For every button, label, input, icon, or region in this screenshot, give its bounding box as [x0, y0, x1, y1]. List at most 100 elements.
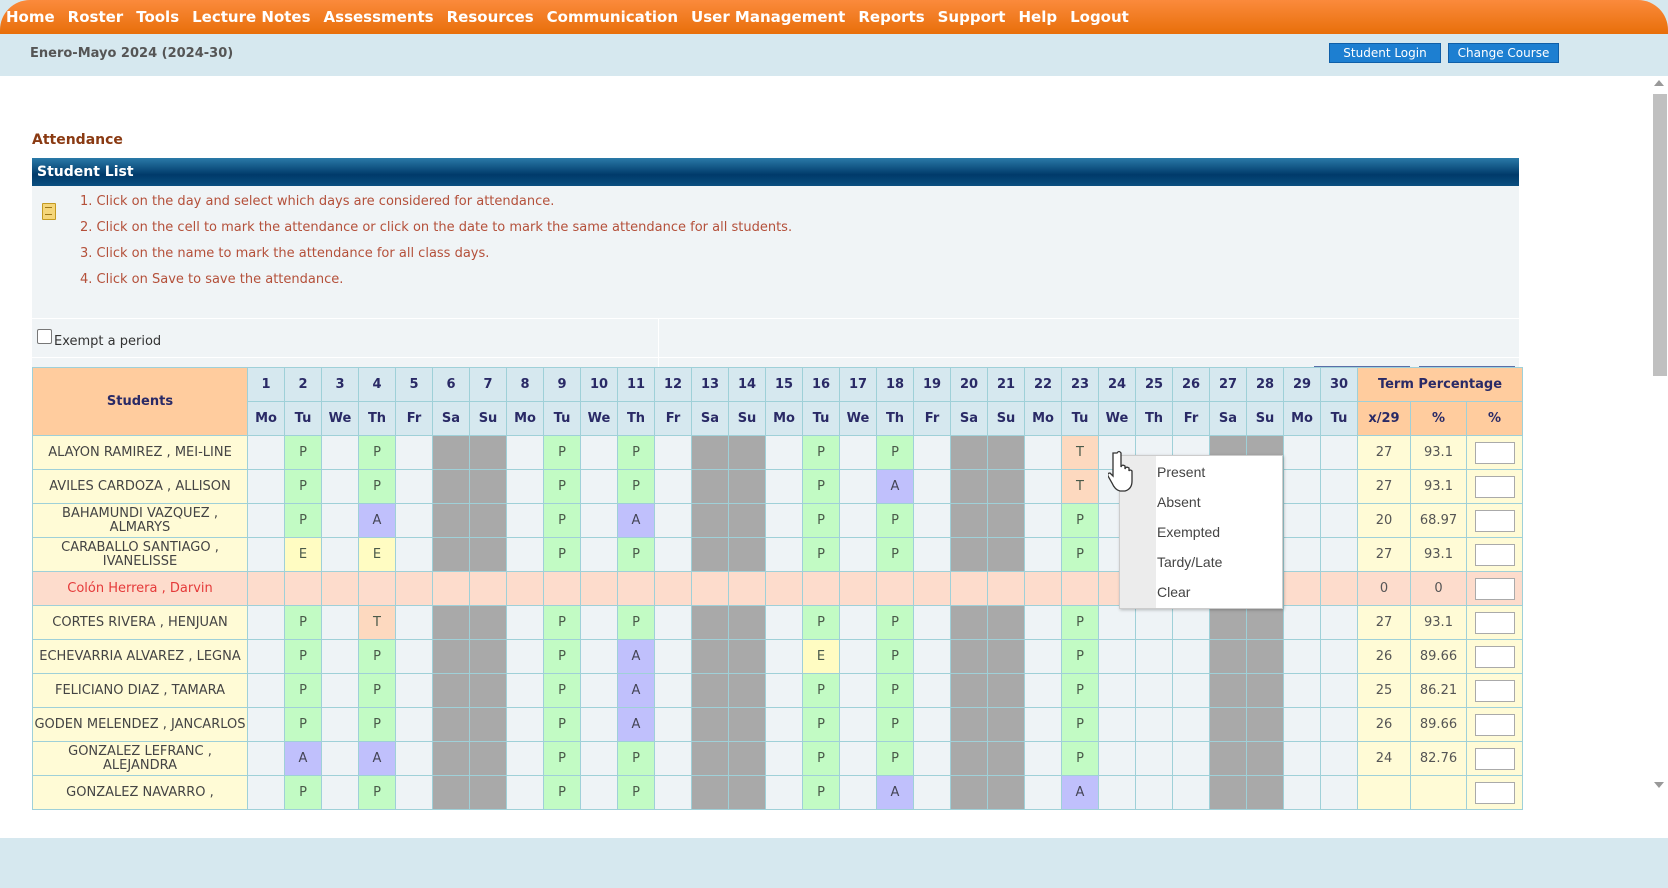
attendance-cell[interactable]	[1283, 707, 1321, 742]
attendance-cell[interactable]	[506, 469, 544, 504]
attendance-cell[interactable]: P	[1061, 605, 1099, 640]
day-number-header[interactable]: 29	[1283, 367, 1321, 402]
attendance-cell[interactable]	[654, 435, 692, 470]
attendance-cell[interactable]	[1098, 775, 1136, 810]
attendance-cell[interactable]	[839, 435, 877, 470]
attendance-cell[interactable]: A	[617, 503, 655, 538]
percent-override-input[interactable]	[1474, 645, 1515, 668]
attendance-cell[interactable]	[247, 537, 285, 572]
weekday-header[interactable]: Fr	[395, 401, 433, 436]
attendance-cell[interactable]	[1024, 537, 1062, 572]
attendance-cell[interactable]	[654, 673, 692, 708]
attendance-cell[interactable]	[543, 571, 581, 606]
attendance-cell[interactable]: P	[1061, 707, 1099, 742]
attendance-cell[interactable]	[654, 503, 692, 538]
attendance-cell[interactable]	[580, 503, 618, 538]
weekday-header[interactable]: Tu	[284, 401, 322, 436]
day-number-header[interactable]: 25	[1135, 367, 1173, 402]
attendance-cell[interactable]	[395, 503, 433, 538]
attendance-cell[interactable]: P	[284, 673, 322, 708]
attendance-cell[interactable]: P	[358, 775, 396, 810]
day-number-header[interactable]: 27	[1209, 367, 1247, 402]
attendance-cell[interactable]: P	[284, 775, 322, 810]
attendance-cell[interactable]	[1320, 639, 1358, 674]
attendance-cell[interactable]	[1098, 605, 1136, 640]
exempt-period-checkbox[interactable]	[37, 329, 52, 344]
attendance-cell[interactable]: A	[876, 469, 914, 504]
weekday-header[interactable]: Tu	[543, 401, 581, 436]
day-number-header[interactable]: 1	[247, 367, 285, 402]
attendance-cell[interactable]: P	[1061, 741, 1099, 776]
menu-item-present[interactable]: Present	[1157, 464, 1205, 480]
attendance-cell[interactable]	[247, 605, 285, 640]
attendance-cell[interactable]	[1135, 605, 1173, 640]
day-number-header[interactable]: 12	[654, 367, 692, 402]
attendance-cell[interactable]: A	[617, 639, 655, 674]
attendance-cell[interactable]	[1320, 469, 1358, 504]
attendance-cell[interactable]: P	[876, 435, 914, 470]
day-number-header[interactable]: 21	[987, 367, 1025, 402]
attendance-cell[interactable]	[654, 775, 692, 810]
attendance-cell[interactable]	[580, 435, 618, 470]
weekday-header[interactable]: We	[321, 401, 359, 436]
attendance-cell[interactable]	[765, 537, 803, 572]
attendance-cell[interactable]	[1320, 435, 1358, 470]
attendance-cell[interactable]	[1024, 639, 1062, 674]
attendance-cell[interactable]	[1098, 639, 1136, 674]
attendance-cell[interactable]	[1320, 775, 1358, 810]
day-number-header[interactable]: 19	[913, 367, 951, 402]
attendance-cell[interactable]	[1172, 707, 1210, 742]
attendance-cell[interactable]	[913, 775, 951, 810]
attendance-cell[interactable]	[913, 605, 951, 640]
change-course-button[interactable]: Change Course	[1448, 43, 1559, 63]
attendance-cell[interactable]	[395, 775, 433, 810]
attendance-cell[interactable]	[1320, 571, 1358, 606]
day-number-header[interactable]: 23	[1061, 367, 1099, 402]
day-number-header[interactable]: 6	[432, 367, 470, 402]
attendance-cell[interactable]	[247, 469, 285, 504]
attendance-cell[interactable]	[247, 673, 285, 708]
attendance-cell[interactable]: P	[358, 469, 396, 504]
attendance-cell[interactable]: P	[1061, 503, 1099, 538]
attendance-cell[interactable]	[321, 435, 359, 470]
attendance-cell[interactable]: P	[358, 435, 396, 470]
attendance-cell[interactable]: P	[543, 741, 581, 776]
attendance-cell[interactable]	[1024, 571, 1062, 606]
student-login-button[interactable]: Student Login	[1329, 43, 1441, 63]
weekday-header[interactable]: Th	[1135, 401, 1173, 436]
attendance-cell[interactable]	[247, 503, 285, 538]
attendance-cell[interactable]	[395, 605, 433, 640]
weekday-header[interactable]: Th	[876, 401, 914, 436]
attendance-cell[interactable]	[580, 673, 618, 708]
attendance-cell[interactable]	[321, 503, 359, 538]
day-number-header[interactable]: 2	[284, 367, 322, 402]
attendance-cell[interactable]	[1135, 775, 1173, 810]
attendance-cell[interactable]: P	[617, 537, 655, 572]
attendance-cell[interactable]	[321, 639, 359, 674]
attendance-cell[interactable]	[1098, 673, 1136, 708]
attendance-cell[interactable]	[765, 605, 803, 640]
attendance-cell[interactable]: P	[802, 537, 840, 572]
nav-item-home[interactable]: Home	[6, 8, 55, 26]
attendance-cell[interactable]	[1320, 741, 1358, 776]
attendance-cell[interactable]	[1283, 741, 1321, 776]
day-number-header[interactable]: 20	[950, 367, 988, 402]
attendance-cell[interactable]	[284, 571, 322, 606]
attendance-cell[interactable]	[617, 571, 655, 606]
attendance-cell[interactable]	[1135, 673, 1173, 708]
weekday-header[interactable]: Sa	[691, 401, 729, 436]
percent-override-input[interactable]	[1474, 509, 1515, 532]
attendance-cell[interactable]	[395, 469, 433, 504]
attendance-cell[interactable]	[1283, 775, 1321, 810]
attendance-cell[interactable]: P	[617, 741, 655, 776]
attendance-cell[interactable]: P	[284, 605, 322, 640]
attendance-cell[interactable]: P	[543, 435, 581, 470]
nav-item-communication[interactable]: Communication	[547, 8, 678, 26]
attendance-cell[interactable]	[506, 707, 544, 742]
attendance-cell[interactable]	[580, 639, 618, 674]
attendance-cell[interactable]	[395, 639, 433, 674]
attendance-cell[interactable]: P	[543, 469, 581, 504]
nav-item-lecture-notes[interactable]: Lecture Notes	[192, 8, 310, 26]
attendance-cell[interactable]: P	[876, 503, 914, 538]
attendance-cell[interactable]	[1024, 605, 1062, 640]
